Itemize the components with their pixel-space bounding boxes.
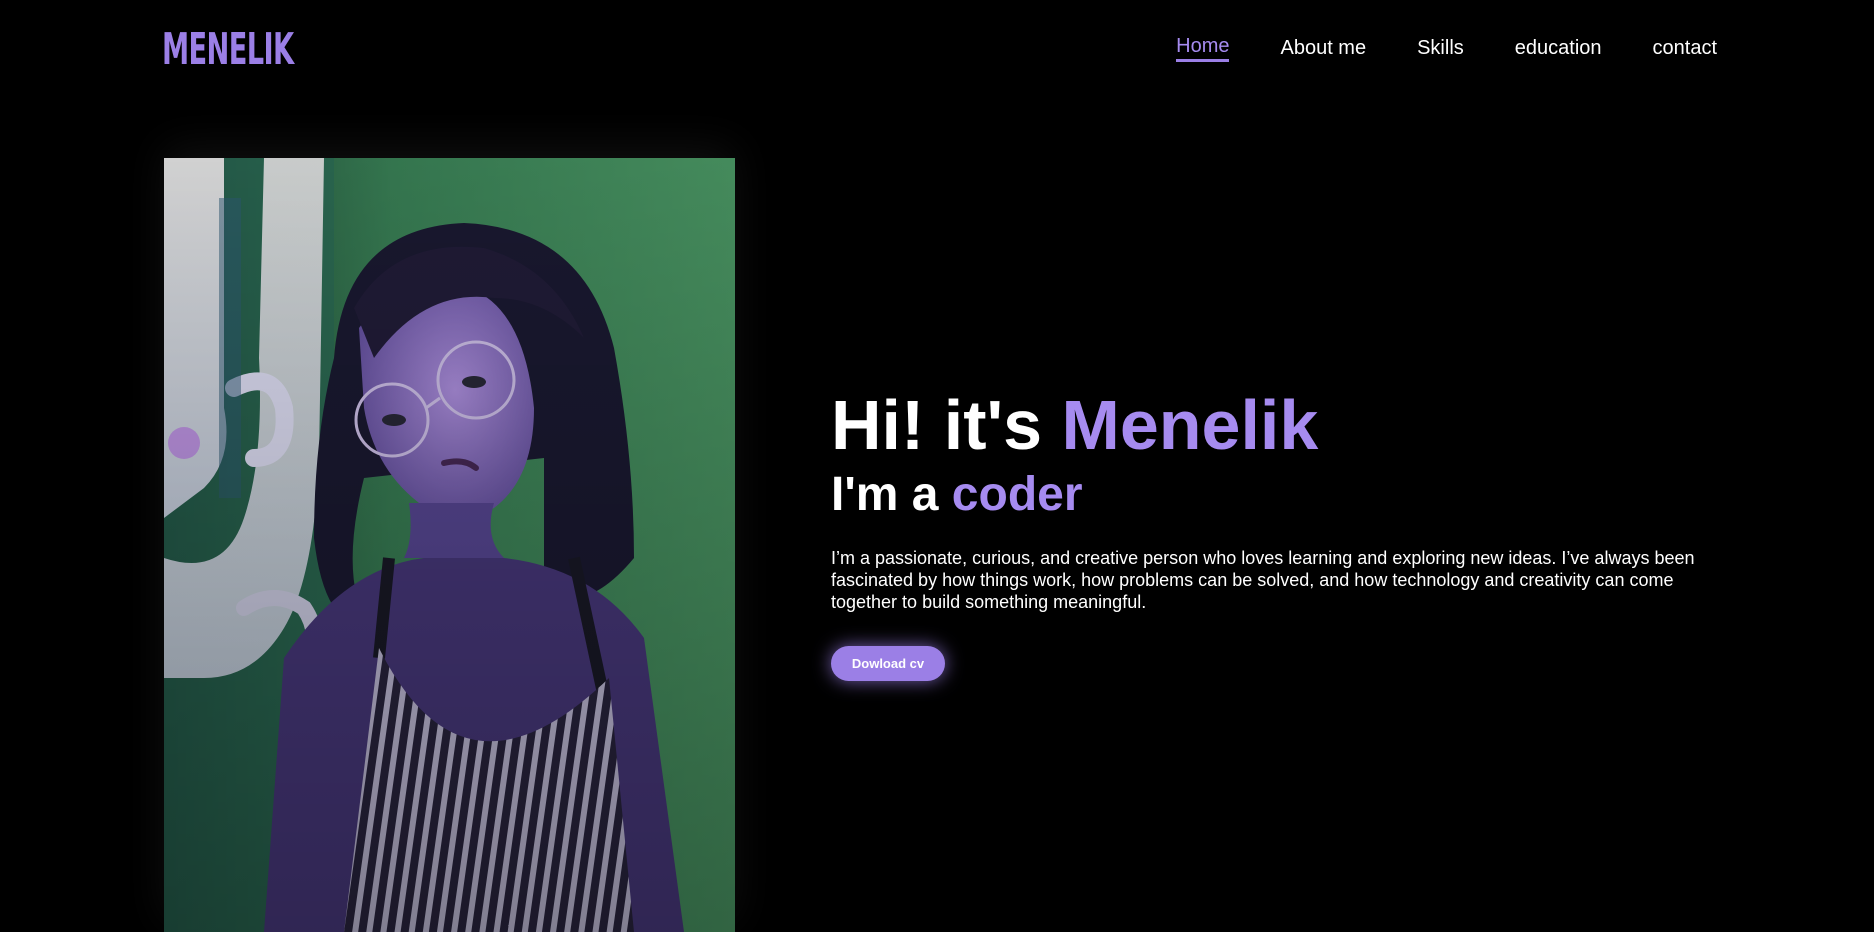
greeting-prefix: Hi! it's (831, 386, 1062, 464)
download-cv-button[interactable]: Dowload cv (831, 646, 945, 681)
hero-bio: I’m a passionate, curious, and creative … (831, 548, 1695, 612)
nav-item-home[interactable]: Home (1176, 34, 1230, 62)
portfolio-page: MENELIK Home About me Skills education c… (0, 0, 1874, 932)
portrait-photo (164, 158, 735, 932)
nav-item-about-me[interactable]: About me (1280, 34, 1366, 62)
site-logo[interactable]: MENELIK (162, 24, 294, 76)
nav-item-contact[interactable]: contact (1653, 34, 1717, 62)
nav-item-skills[interactable]: Skills (1417, 34, 1464, 62)
nav-item-education[interactable]: education (1515, 34, 1602, 62)
subtitle-prefix: I'm a (831, 468, 952, 521)
hero-greeting: Hi! it's Menelik (831, 385, 1711, 465)
site-header: MENELIK Home About me Skills education c… (0, 0, 1874, 100)
hero-subtitle: I'm a coder (831, 467, 1711, 523)
hero-section: Hi! it's Menelik I'm a coder I’m a passi… (831, 385, 1711, 681)
hero-role: coder (951, 468, 1083, 521)
main-nav: Home About me Skills education contact (1176, 34, 1717, 62)
portrait-illustration (164, 158, 735, 932)
hero-name: Menelik (1061, 386, 1319, 464)
